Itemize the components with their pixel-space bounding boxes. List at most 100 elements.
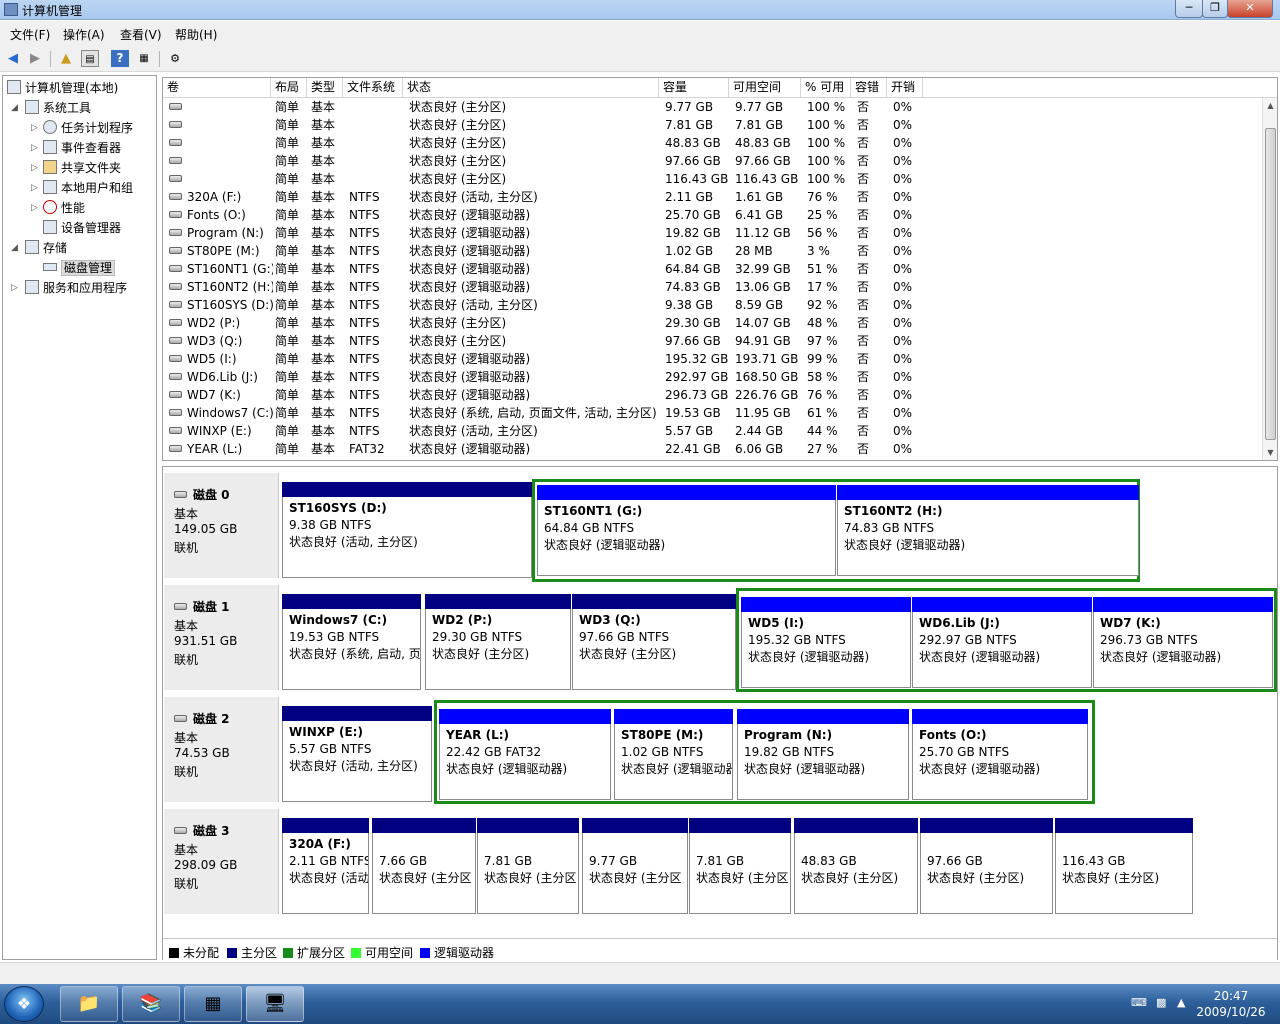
partition[interactable]: WD6.Lib (J:) 292.97 GB NTFS 状态良好 (逻辑驱动器) <box>912 597 1092 688</box>
expand-arrow-icon[interactable]: ▷ <box>31 183 38 193</box>
partition[interactable]: ST160SYS (D:) 9.38 GB NTFS 状态良好 (活动, 主分区) <box>282 482 532 578</box>
show-hidden-icons-icon[interactable]: ▲ <box>1177 996 1185 1009</box>
maximize-button[interactable]: ❐ <box>1202 0 1228 18</box>
menu-action[interactable]: 操作(A) <box>63 26 105 43</box>
expand-arrow-icon[interactable]: ▷ <box>11 283 18 293</box>
scroll-thumb[interactable] <box>1265 128 1276 440</box>
partition[interactable]: Windows7 (C:) 19.53 GB NTFS 状态良好 (系统, 启动, … <box>282 594 421 690</box>
menu-file[interactable]: 文件(F) <box>10 26 50 43</box>
volume-row[interactable]: 简单 基本 状态良好 (主分区) 97.66 GB 97.66 GB 100 % 否 0% <box>163 152 1263 170</box>
tree-item-services-applications[interactable]: 服务和应用程序 <box>25 279 127 297</box>
tree-item-disk-management[interactable]: 磁盘管理 <box>43 259 116 277</box>
collapse-arrow-icon[interactable]: ◢ <box>11 243 18 253</box>
column-header-fault-tolerance[interactable]: 容错 <box>851 78 887 97</box>
volume-row[interactable]: ST160SYS (D:) 简单 基本 NTFS 状态良好 (活动, 主分区) 9.38 … <box>163 296 1263 314</box>
column-header-type[interactable]: 类型 <box>307 78 343 97</box>
show-hide-tree-icon[interactable]: ▤ <box>81 50 99 67</box>
properties-icon[interactable]: ▦ <box>135 50 153 67</box>
back-icon[interactable]: ◀ <box>4 50 22 67</box>
partition[interactable]: WD5 (I:) 195.32 GB NTFS 状态良好 (逻辑驱动器) <box>741 597 911 688</box>
volume-row[interactable]: 简单 基本 状态良好 (主分区) 116.43 GB 116.43 GB 100 % 否 0% <box>163 170 1263 188</box>
expand-arrow-icon[interactable]: ▷ <box>31 203 38 213</box>
expand-arrow-icon[interactable]: ▷ <box>31 143 38 153</box>
tree-item-storage[interactable]: 存储 <box>25 239 67 257</box>
column-header-overhead[interactable]: 开销 <box>887 78 923 97</box>
settings-icon[interactable]: ⚙ <box>166 50 184 67</box>
partition[interactable]: Program (N:) 19.82 GB NTFS 状态良好 (逻辑驱动器) <box>737 709 909 800</box>
disk-label[interactable]: 磁盘 3 基本 298.09 GB 联机 <box>164 809 279 914</box>
partition[interactable]: ST160NT1 (G:) 64.84 GB NTFS 状态良好 (逻辑驱动器) <box>537 485 836 576</box>
expand-arrow-icon[interactable]: ▷ <box>31 163 38 173</box>
partition[interactable]: ST160NT2 (H:) 74.83 GB NTFS 状态良好 (逻辑驱动器) <box>837 485 1139 576</box>
column-header-status[interactable]: 状态 <box>403 78 659 97</box>
tree-item-performance[interactable]: 性能 <box>43 199 85 217</box>
column-header-free-space[interactable]: 可用空间 <box>729 78 801 97</box>
keyboard-icon[interactable]: ⌨ <box>1131 996 1147 1009</box>
tree-item-device-manager[interactable]: 设备管理器 <box>43 219 121 237</box>
volume-row[interactable]: WD5 (I:) 简单 基本 NTFS 状态良好 (逻辑驱动器) 195.32 GB 193… <box>163 350 1263 368</box>
partition[interactable]: 7.81 GB 状态良好 (主分区 <box>689 818 791 914</box>
partition[interactable]: 116.43 GB 状态良好 (主分区) <box>1055 818 1193 914</box>
title-bar[interactable]: 计算机管理 ─ ❐ ✕ <box>0 0 1280 20</box>
partition[interactable]: YEAR (L:) 22.42 GB FAT32 状态良好 (逻辑驱动器) <box>439 709 611 800</box>
column-header-capacity[interactable]: 容量 <box>659 78 729 97</box>
partition[interactable]: WINXP (E:) 5.57 GB NTFS 状态良好 (活动, 主分区) <box>282 706 432 802</box>
volume-row[interactable]: ST80PE (M:) 简单 基本 NTFS 状态良好 (逻辑驱动器) 1.02 GB 28… <box>163 242 1263 260</box>
volume-row[interactable]: 简单 基本 状态良好 (主分区) 9.77 GB 9.77 GB 100 % 否 0% <box>163 98 1263 116</box>
volume-row[interactable]: Fonts (O:) 简单 基本 NTFS 状态良好 (逻辑驱动器) 25.70 GB 6.… <box>163 206 1263 224</box>
disk-label[interactable]: 磁盘 2 基本 74.53 GB 联机 <box>164 697 279 802</box>
collapse-arrow-icon[interactable]: ◢ <box>11 103 18 113</box>
disk-label[interactable]: 磁盘 0 基本 149.05 GB 联机 <box>164 473 279 578</box>
volume-list-scrollbar[interactable]: ▲ ▼ <box>1262 98 1277 460</box>
control-panel-task-icon[interactable]: ▦ <box>184 986 242 1022</box>
volume-row[interactable]: 简单 基本 状态良好 (主分区) 48.83 GB 48.83 GB 100 % 否 0% <box>163 134 1263 152</box>
partition[interactable]: Fonts (O:) 25.70 GB NTFS 状态良好 (逻辑驱动器) <box>912 709 1088 800</box>
column-header-layout[interactable]: 布局 <box>271 78 307 97</box>
partition[interactable]: 97.66 GB 状态良好 (主分区) <box>920 818 1053 914</box>
minimize-button[interactable]: ─ <box>1175 0 1203 18</box>
column-header-filesystem[interactable]: 文件系统 <box>343 78 403 97</box>
expand-arrow-icon[interactable]: ▷ <box>31 123 38 133</box>
partition[interactable]: WD2 (P:) 29.30 GB NTFS 状态良好 (主分区) <box>425 594 571 690</box>
partition[interactable]: ST80PE (M:) 1.02 GB NTFS 状态良好 (逻辑驱动器 <box>614 709 733 800</box>
partition[interactable]: 48.83 GB 状态良好 (主分区) <box>794 818 918 914</box>
volume-row[interactable]: WD3 (Q:) 简单 基本 NTFS 状态良好 (主分区) 97.66 GB 94.91 … <box>163 332 1263 350</box>
close-button[interactable]: ✕ <box>1227 0 1273 18</box>
disk-label[interactable]: 磁盘 1 基本 931.51 GB 联机 <box>164 585 279 690</box>
library-task-icon[interactable]: 📚 <box>122 986 180 1022</box>
volume-row[interactable]: Windows7 (C:) 简单 基本 NTFS 状态良好 (系统, 启动, 页面文件,… <box>163 404 1263 422</box>
scroll-down-arrow-icon[interactable]: ▼ <box>1263 445 1277 460</box>
volume-row[interactable]: WD6.Lib (J:) 简单 基本 NTFS 状态良好 (逻辑驱动器) 292.97 G… <box>163 368 1263 386</box>
tree-item-computer-management[interactable]: 计算机管理(本地) <box>7 79 118 97</box>
scroll-up-arrow-icon[interactable]: ▲ <box>1263 98 1277 113</box>
volume-row[interactable]: 320A (F:) 简单 基本 NTFS 状态良好 (活动, 主分区) 2.11 GB 1.… <box>163 188 1263 206</box>
column-header-volume[interactable]: 卷 <box>163 78 271 97</box>
tree-item-shared-folders[interactable]: 共享文件夹 <box>43 159 121 177</box>
network-icon[interactable]: ▩ <box>1156 996 1166 1009</box>
partition[interactable]: 7.81 GB 状态良好 (主分区 <box>477 818 579 914</box>
tree-item-local-users[interactable]: 本地用户和组 <box>43 179 133 197</box>
volume-row[interactable]: WD2 (P:) 简单 基本 NTFS 状态良好 (主分区) 29.30 GB 14.07 … <box>163 314 1263 332</box>
menu-view[interactable]: 查看(V) <box>120 26 162 43</box>
help-icon[interactable]: ? <box>111 50 129 67</box>
volume-row[interactable]: Program (N:) 简单 基本 NTFS 状态良好 (逻辑驱动器) 19.82 GB… <box>163 224 1263 242</box>
volume-row[interactable]: ST160NT2 (H:) 简单 基本 NTFS 状态良好 (逻辑驱动器) 74.83 G… <box>163 278 1263 296</box>
tree-item-system-tools[interactable]: 系统工具 <box>25 99 91 117</box>
up-folder-icon[interactable]: ▲ <box>57 50 75 67</box>
partition[interactable]: 320A (F:) 2.11 GB NTFS 状态良好 (活动 <box>282 818 369 914</box>
tree-item-event-viewer[interactable]: 事件查看器 <box>43 139 121 157</box>
partition[interactable]: WD7 (K:) 296.73 GB NTFS 状态良好 (逻辑驱动器) <box>1093 597 1273 688</box>
forward-icon[interactable]: ▶ <box>26 50 44 67</box>
tree-item-task-scheduler[interactable]: 任务计划程序 <box>43 119 133 137</box>
menu-help[interactable]: 帮助(H) <box>175 26 217 43</box>
start-button[interactable]: ❖ <box>4 986 44 1022</box>
partition[interactable]: WD3 (Q:) 97.66 GB NTFS 状态良好 (主分区) <box>572 594 736 690</box>
clock[interactable]: 20:47 2009/10/26 <box>1190 988 1272 1020</box>
column-header-percent-free[interactable]: % 可用 <box>801 78 851 97</box>
explorer-task-icon[interactable]: 📁 <box>60 986 118 1022</box>
partition[interactable]: 9.77 GB 状态良好 (主分区 <box>582 818 688 914</box>
volume-row[interactable]: ST160NT1 (G:) 简单 基本 NTFS 状态良好 (逻辑驱动器) 64.84 G… <box>163 260 1263 278</box>
volume-row[interactable]: WD7 (K:) 简单 基本 NTFS 状态良好 (逻辑驱动器) 296.73 GB 226… <box>163 386 1263 404</box>
volume-row[interactable]: WINXP (E:) 简单 基本 NTFS 状态良好 (活动, 主分区) 5.57 GB 2… <box>163 422 1263 440</box>
computer-management-task-icon[interactable]: 🖥 <box>246 986 304 1022</box>
